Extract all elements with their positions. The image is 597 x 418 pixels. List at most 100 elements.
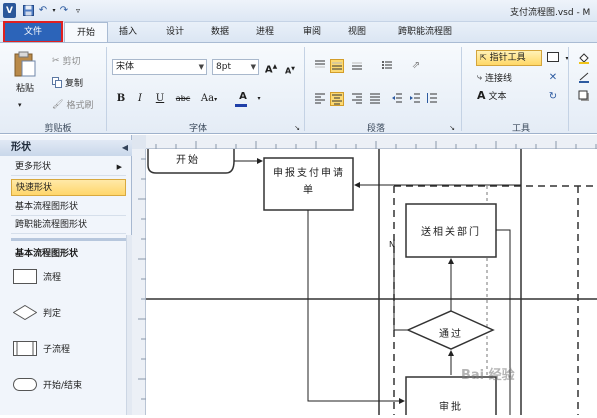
paragraph-group-label: 段落 xyxy=(366,124,385,134)
shrink-font-button[interactable]: A▼ xyxy=(283,62,297,76)
quick-shapes-item[interactable]: 快速形状 xyxy=(11,179,126,196)
group-divider xyxy=(304,47,305,131)
paintbrush-icon: 🖌 xyxy=(52,99,64,110)
master-process[interactable]: 流程 xyxy=(13,269,61,284)
start-shape-label: 开始 xyxy=(176,155,200,166)
connector-button[interactable]: ⤷ 连接线 xyxy=(477,71,513,85)
bold-button[interactable]: B xyxy=(114,92,128,106)
tab-design[interactable]: 设计 xyxy=(160,22,190,42)
dialog-launcher-icon[interactable]: ↘ xyxy=(290,121,304,135)
connector-line[interactable] xyxy=(307,210,405,404)
tab-process[interactable]: 进程 xyxy=(250,22,280,42)
clipboard-group-label: 剪贴板 xyxy=(44,124,72,134)
grow-font-button[interactable]: A▲ xyxy=(264,60,278,75)
ribbon: 粘贴 ▾ ✂ 剪切 复制 🖌 格式刷 剪贴板 宋体 ▼ 8pt ▼ A▲ A▼ … xyxy=(0,42,597,134)
decision-shape-icon xyxy=(13,305,37,320)
text-tool-button[interactable]: A 文本 xyxy=(477,89,507,102)
chevron-down-icon[interactable]: ▾ xyxy=(560,52,574,66)
justify-icon[interactable] xyxy=(368,92,382,106)
text-direction-icon[interactable]: ⇗ xyxy=(409,59,423,73)
master-decision-label: 判定 xyxy=(43,309,62,319)
connector-line[interactable] xyxy=(496,229,511,415)
horizontal-ruler xyxy=(146,135,597,149)
tab-file[interactable]: 文件 xyxy=(3,21,63,43)
pointer-tool-button[interactable]: ⇱ 指针工具 xyxy=(476,50,542,66)
change-case-button[interactable]: Aa▾ xyxy=(198,92,220,106)
shadow-icon[interactable] xyxy=(577,90,591,104)
tab-home[interactable]: 开始 xyxy=(64,22,108,43)
chevron-down-icon[interactable]: ▾ xyxy=(252,92,266,106)
font-size-combo[interactable]: 8pt ▼ xyxy=(212,59,259,75)
connector-label: 连接线 xyxy=(485,74,513,84)
cross-functional-stencil-item[interactable]: 跨职能流程图形状 xyxy=(11,217,126,234)
font-name-value: 宋体 xyxy=(116,62,135,72)
font-name-combo[interactable]: 宋体 ▼ xyxy=(112,59,207,75)
copy-icon xyxy=(52,77,62,88)
group-divider xyxy=(568,47,569,131)
font-color-button[interactable]: A xyxy=(233,90,253,107)
align-left-icon[interactable] xyxy=(313,92,327,106)
paste-label: 粘贴 xyxy=(15,84,34,94)
shapes-pane-header[interactable]: 形状 ◀ xyxy=(0,140,132,156)
shapes-pane-title: 形状 xyxy=(11,142,31,153)
approval-shape-label: 审批 xyxy=(439,402,463,413)
align-top-icon[interactable] xyxy=(313,59,327,73)
drawing-canvas[interactable]: 开始 申报支付申请单 送相关部门 通过 审批 N xyxy=(146,149,597,415)
collapse-icon[interactable]: ◀ xyxy=(122,140,128,156)
title-bar: V ↶ ▾ ↷ ▿ 支付流程图.vsd - M xyxy=(0,0,597,22)
tab-data[interactable]: 数据 xyxy=(205,22,235,42)
pane-splitter[interactable] xyxy=(11,238,126,241)
paste-icon xyxy=(14,51,36,77)
copy-button[interactable]: 复制 xyxy=(52,76,83,89)
vertical-ruler xyxy=(132,149,146,415)
close-icon[interactable]: ✕ xyxy=(546,71,560,85)
master-subprocess[interactable]: 子流程 xyxy=(13,341,70,356)
tab-review[interactable]: 审阅 xyxy=(297,22,327,42)
font-color-swatch xyxy=(235,104,247,107)
align-center-icon[interactable] xyxy=(330,92,344,106)
decrease-indent-icon[interactable] xyxy=(390,92,404,106)
rectangle-tool-icon[interactable] xyxy=(546,52,560,66)
save-icon[interactable] xyxy=(21,3,35,18)
subprocess-shape-icon xyxy=(13,341,37,356)
master-process-label: 流程 xyxy=(43,273,62,283)
align-right-icon[interactable] xyxy=(350,92,364,106)
connector-label: N xyxy=(389,240,395,249)
pointer-tool-label: 指针工具 xyxy=(489,53,526,63)
strikethrough-button[interactable]: abc xyxy=(172,92,194,106)
italic-button[interactable]: I xyxy=(133,92,147,106)
customize-toolbar-icon[interactable]: ▿ xyxy=(71,3,85,18)
tab-cross-functional-flowchart[interactable]: 跨职能流程图 xyxy=(390,22,460,42)
align-bottom-icon[interactable] xyxy=(350,59,364,73)
cursor-arrow-icon: ⇱ xyxy=(480,53,487,62)
redo-icon[interactable]: ↷ xyxy=(57,3,71,18)
cut-button[interactable]: ✂ 剪切 xyxy=(52,54,81,68)
bullets-icon[interactable] xyxy=(380,59,394,73)
decision-shape-label: 通过 xyxy=(439,329,463,340)
rotate-icon[interactable]: ↻ xyxy=(546,90,560,104)
master-decision[interactable]: 判定 xyxy=(13,305,61,320)
line-spacing-icon[interactable] xyxy=(425,92,439,106)
terminator-shape-icon xyxy=(13,378,37,391)
tab-insert[interactable]: 插入 xyxy=(113,22,143,42)
flowchart-diagram xyxy=(146,149,597,415)
format-painter-button[interactable]: 🖌 格式刷 xyxy=(52,98,93,112)
more-shapes-item[interactable]: 更多形状 ▶ xyxy=(11,159,126,176)
line-color-icon[interactable] xyxy=(577,71,591,85)
send-shape-label: 送相关部门 xyxy=(421,227,481,238)
tab-view[interactable]: 视图 xyxy=(342,22,372,42)
font-group-label: 字体 xyxy=(188,124,207,134)
master-start-end-label: 开始/结束 xyxy=(43,381,83,391)
dialog-launcher-icon[interactable]: ↘ xyxy=(445,121,459,135)
ribbon-tabs: 文件 开始 插入 设计 数据 进程 审阅 视图 跨职能流程图 xyxy=(0,21,597,43)
increase-indent-icon[interactable] xyxy=(408,92,422,106)
group-divider xyxy=(106,47,107,131)
underline-button[interactable]: U xyxy=(153,92,167,106)
fill-icon[interactable] xyxy=(577,52,591,66)
align-middle-icon[interactable] xyxy=(330,59,344,73)
paste-dropdown-icon[interactable]: ▾ xyxy=(18,101,22,109)
process-shape-icon xyxy=(13,269,37,284)
basic-flowchart-stencil-item[interactable]: 基本流程图形状 xyxy=(11,199,126,216)
master-start-end[interactable]: 开始/结束 xyxy=(13,378,82,391)
paste-button[interactable]: 粘贴 xyxy=(13,51,37,94)
